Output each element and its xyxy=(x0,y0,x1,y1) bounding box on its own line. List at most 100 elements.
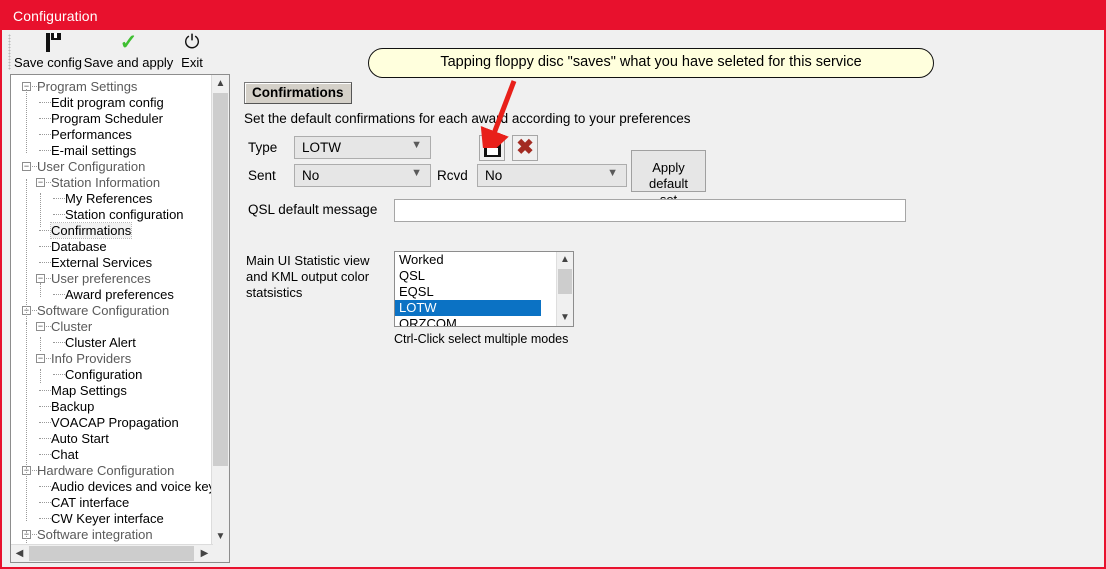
tree-guide-line xyxy=(26,89,28,153)
tree-connector xyxy=(39,518,51,520)
sidebar-item-label: CW Keyer interface xyxy=(51,511,164,526)
sidebar-item-chat[interactable]: Chat xyxy=(11,447,213,463)
sent-dropdown[interactable]: No ▼ xyxy=(294,164,431,187)
list-item[interactable]: Worked xyxy=(395,252,541,268)
sidebar-item-performances[interactable]: Performances xyxy=(11,127,213,143)
sidebar-item-label: Performances xyxy=(51,127,132,142)
sidebar-item-label: CAT interface xyxy=(51,495,130,510)
save-config-button[interactable]: Save config xyxy=(14,32,82,74)
list-item-label: QRZCOM xyxy=(399,316,457,327)
stats-label-line1: Main UI Statistic view xyxy=(246,253,370,268)
sent-label: Sent xyxy=(248,168,276,183)
sidebar-item-backup[interactable]: Backup xyxy=(11,399,213,415)
sidebar-item-e-mail-settings[interactable]: E-mail settings xyxy=(11,143,213,159)
exit-button[interactable]: ⏻ Exit xyxy=(174,32,210,74)
annotation-callout: Tapping floppy disc "saves" what you hav… xyxy=(368,48,934,78)
chevron-down-icon[interactable]: ▼ xyxy=(212,528,229,545)
green-check-icon: ✓ xyxy=(119,31,138,54)
sidebar-item-cluster[interactable]: − Cluster xyxy=(11,319,213,335)
list-item[interactable]: QRZCOM xyxy=(395,316,545,327)
tree-connector xyxy=(39,502,51,504)
tree-guide-line xyxy=(26,531,28,545)
chevron-up-icon[interactable]: ▲ xyxy=(557,252,573,268)
tree-connector xyxy=(53,294,65,296)
chevron-up-icon[interactable]: ▲ xyxy=(212,75,229,92)
sidebar-item-auto-start[interactable]: Auto Start xyxy=(11,431,213,447)
sidebar-item-label: Program Settings xyxy=(37,79,138,94)
tree-connector xyxy=(39,438,51,440)
tree-expander-icon[interactable]: − xyxy=(36,274,45,283)
list-item[interactable]: EQSL xyxy=(395,284,541,300)
list-item[interactable]: LOTW xyxy=(395,300,541,316)
settings-tree-panel: − Program Settings Edit program config Prog… xyxy=(10,74,230,563)
tree-guide-line xyxy=(40,283,42,297)
sidebar-item-label: User Configuration xyxy=(37,159,146,174)
chevron-right-icon[interactable]: ▶ xyxy=(196,545,213,562)
floppy-disk-icon xyxy=(484,140,501,157)
sidebar-item-label: Database xyxy=(51,239,107,254)
sidebar-item-software-configuration[interactable]: − Software Configuration xyxy=(11,303,213,319)
toolbar-grip[interactable] xyxy=(8,34,11,70)
tree-connector xyxy=(39,134,51,136)
list-item-label: Worked xyxy=(399,252,444,267)
tree-connector xyxy=(53,198,65,200)
type-dropdown[interactable]: LOTW ▼ xyxy=(294,136,431,159)
sidebar-item-edit-program-config[interactable]: Edit program config xyxy=(11,95,213,111)
sidebar-item-label: Configuration xyxy=(65,367,143,382)
rcvd-dropdown[interactable]: No ▼ xyxy=(477,164,627,187)
stats-label-line3: statsistics xyxy=(246,285,303,300)
exit-label: Exit xyxy=(181,55,203,70)
sidebar-item-software-integration[interactable]: − Software integration xyxy=(11,527,213,543)
tree-vertical-scrollbar[interactable]: ▲ ▼ xyxy=(211,75,229,545)
listbox-scroll-thumb[interactable] xyxy=(558,269,572,294)
list-item-label: EQSL xyxy=(399,284,434,299)
sidebar-item-label: Software integration xyxy=(37,527,153,542)
sidebar-item-cat-interface[interactable]: CAT interface xyxy=(11,495,213,511)
sidebar-item-label: My References xyxy=(65,191,153,206)
sidebar-item-label: Award preferences xyxy=(65,287,174,302)
qsl-default-message-input[interactable] xyxy=(394,199,906,222)
tree-expander-icon[interactable]: − xyxy=(36,178,45,187)
tree-connector xyxy=(53,374,65,376)
sidebar-item-info-providers[interactable]: − Info Providers xyxy=(11,351,213,367)
sidebar-item-database[interactable]: Database xyxy=(11,239,213,255)
save-and-apply-button[interactable]: ✓ Save and apply xyxy=(82,32,175,74)
window-title: Configuration xyxy=(13,8,98,24)
panel-subtitle: Set the default confirmations for each a… xyxy=(244,111,691,126)
chevron-down-icon[interactable]: ▼ xyxy=(557,310,573,326)
sidebar-item-voacap-propagation[interactable]: VOACAP Propagation xyxy=(11,415,213,431)
sidebar-item-hardware-configuration[interactable]: − Hardware Configuration xyxy=(11,463,213,479)
sidebar-item-label: Hardware Configuration xyxy=(37,463,175,478)
tree-connector xyxy=(39,150,51,152)
sidebar-item-label: Cluster Alert xyxy=(65,335,136,350)
listbox-scrollbar[interactable]: ▲ ▼ xyxy=(556,252,573,326)
sidebar-item-audio-devices-and-voice-keyer[interactable]: Audio devices and voice keyer xyxy=(11,479,213,495)
sidebar-item-station-information[interactable]: − Station Information xyxy=(11,175,213,191)
list-item[interactable]: QSL xyxy=(395,268,541,284)
settings-tree: − Program Settings Edit program config Prog… xyxy=(11,75,213,545)
sidebar-item-program-scheduler[interactable]: Program Scheduler xyxy=(11,111,213,127)
type-value: LOTW xyxy=(302,140,341,155)
tree-expander-icon[interactable]: − xyxy=(36,354,45,363)
sidebar-item-external-services[interactable]: External Services xyxy=(11,255,213,271)
tree-guide-line xyxy=(26,179,28,329)
tree-vscroll-thumb[interactable] xyxy=(213,93,228,466)
stats-label: Main UI Statistic view and KML output co… xyxy=(246,253,386,301)
delete-confirmation-button[interactable]: ✖ xyxy=(512,135,538,161)
apply-default-set-button[interactable]: Apply default set xyxy=(631,150,706,207)
stats-listbox[interactable]: Worked QSL EQSL LOTW QRZCOM ▲ ▼ xyxy=(394,251,574,327)
tree-horizontal-scrollbar[interactable]: ◀ ▶ xyxy=(11,544,213,562)
tree-connector xyxy=(53,342,65,344)
sidebar-item-map-settings[interactable]: Map Settings xyxy=(11,383,213,399)
sidebar-item-user-configuration[interactable]: − User Configuration xyxy=(11,159,213,175)
tree-expander-icon[interactable]: − xyxy=(22,162,31,171)
save-confirmation-button[interactable] xyxy=(479,135,505,161)
sidebar-item-cw-keyer-interface[interactable]: CW Keyer interface xyxy=(11,511,213,527)
save-config-label: Save config xyxy=(14,55,82,70)
section-title: Confirmations xyxy=(244,82,352,104)
tree-connector xyxy=(39,454,51,456)
sidebar-item-program-settings[interactable]: − Program Settings xyxy=(11,79,213,95)
chevron-left-icon[interactable]: ◀ xyxy=(11,545,28,562)
tree-hscroll-thumb[interactable] xyxy=(29,546,194,561)
tree-expander-icon[interactable]: − xyxy=(36,322,45,331)
